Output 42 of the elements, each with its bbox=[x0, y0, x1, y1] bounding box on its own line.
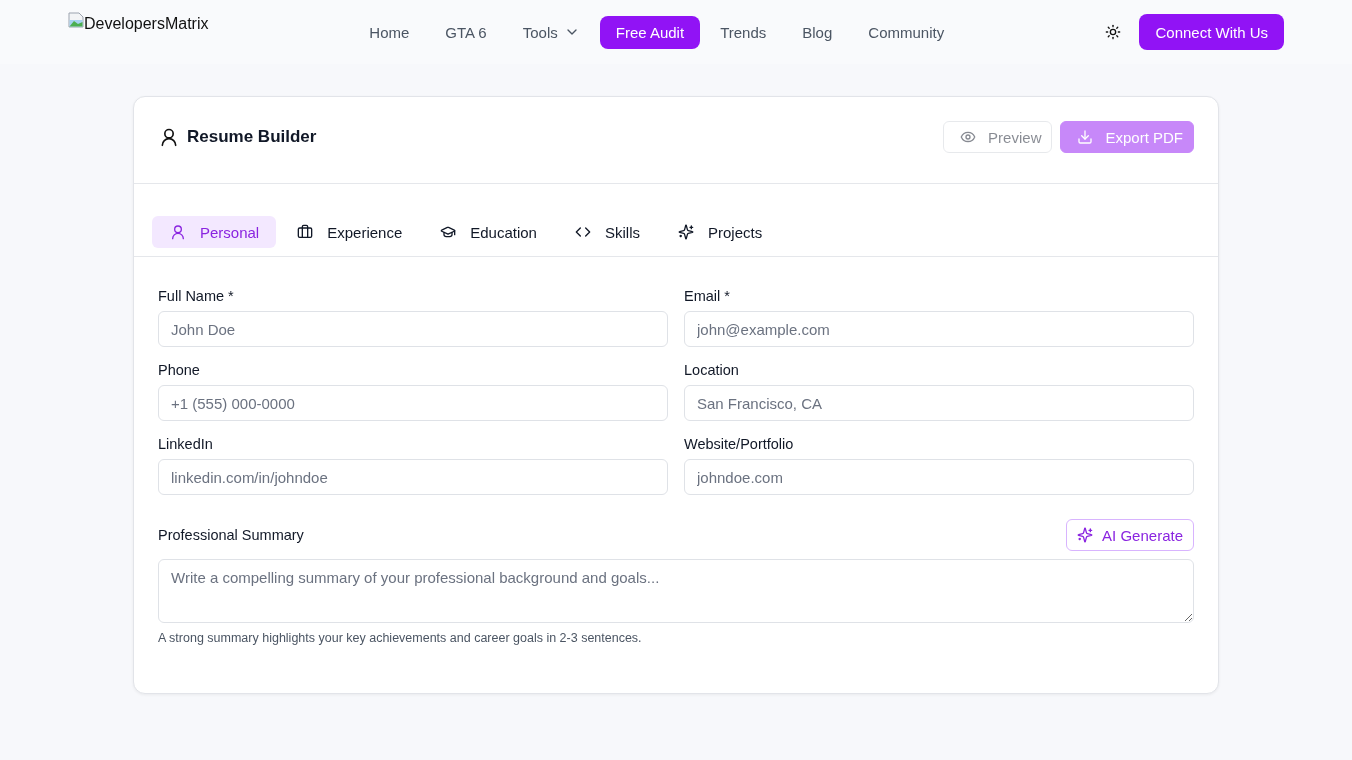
person-icon bbox=[159, 127, 179, 147]
input-field[interactable]: San Francisco, CA bbox=[684, 385, 1194, 421]
summary-textarea[interactable]: Write a compelling summary of your professional background and goals... bbox=[158, 559, 1194, 623]
tab[interactable]: Experience bbox=[279, 216, 420, 248]
nav-link[interactable]: Trends bbox=[704, 15, 783, 49]
graduation-cap-icon bbox=[440, 224, 457, 240]
tab[interactable]: Education bbox=[422, 216, 554, 248]
code-brackets-icon bbox=[574, 224, 591, 240]
field-label: Location bbox=[684, 361, 740, 380]
input-field[interactable]: john@example.com bbox=[684, 311, 1194, 347]
logo-link[interactable]: DevelopersMatrix bbox=[84, 13, 209, 35]
input-field[interactable]: +1 (555) 000-0000 bbox=[158, 385, 668, 421]
field-label: Email * bbox=[684, 287, 731, 306]
download-icon bbox=[1077, 129, 1094, 145]
tab[interactable]: Skills bbox=[556, 216, 657, 248]
tab[interactable]: Projects bbox=[660, 216, 780, 248]
field-label: Phone bbox=[158, 361, 201, 380]
nav-link[interactable]: GTA 6 bbox=[429, 15, 503, 49]
field-label: LinkedIn bbox=[158, 435, 214, 454]
connect-button[interactable]: Connect With Us bbox=[1139, 14, 1284, 50]
card-title: Resume Builder bbox=[187, 127, 317, 147]
field-label: Website/Portfolio bbox=[684, 435, 795, 454]
input-field[interactable]: linkedin.com/in/johndoe bbox=[158, 459, 668, 495]
field-label: Professional Summary bbox=[158, 526, 304, 545]
person-icon bbox=[170, 224, 186, 240]
briefcase-icon bbox=[297, 224, 314, 240]
input-field[interactable]: johndoe.com bbox=[684, 459, 1194, 495]
field-label: Full Name * bbox=[158, 287, 235, 306]
sparkles-icon bbox=[678, 224, 694, 240]
sun-icon bbox=[1105, 24, 1122, 40]
nav-link[interactable]: Free Audit bbox=[599, 15, 701, 49]
eye-icon bbox=[960, 129, 977, 145]
hint-text: A strong summary highlights your key achievements and career goals in 2-3 sentences. bbox=[158, 630, 643, 646]
nav-link[interactable]: Home bbox=[353, 15, 426, 49]
nav-link[interactable]: Community bbox=[852, 15, 961, 49]
ai-generate-button[interactable]: AI Generate bbox=[1066, 519, 1194, 551]
broken-image-icon bbox=[68, 12, 84, 28]
tab[interactable]: Personal bbox=[152, 216, 277, 248]
input-field[interactable]: John Doe bbox=[158, 311, 668, 347]
nav-dropdown[interactable]: Tools bbox=[506, 15, 596, 49]
nav-link[interactable]: Blog bbox=[786, 15, 849, 49]
sparkles-icon bbox=[1077, 527, 1094, 543]
